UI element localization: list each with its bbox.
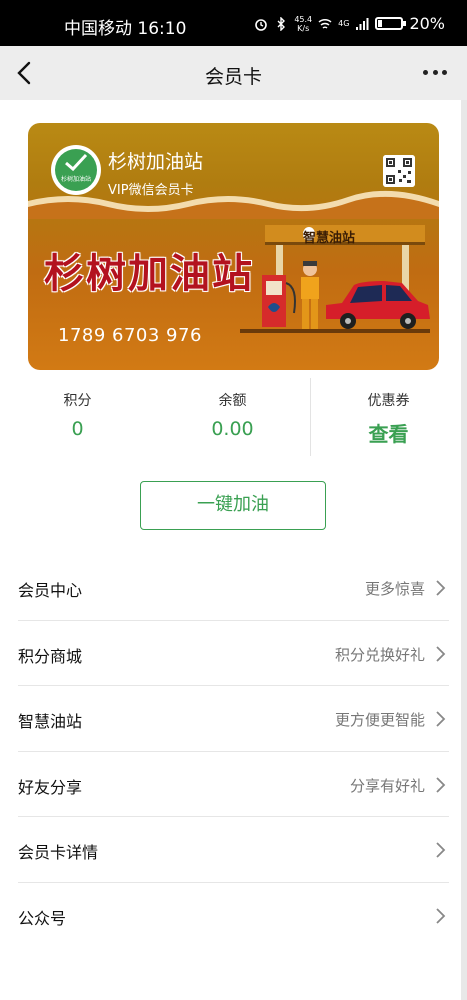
menu-item-label: 智慧油站 bbox=[18, 712, 83, 731]
chevron-right-icon bbox=[436, 907, 446, 924]
chevron-right-icon bbox=[436, 711, 446, 727]
more-menu-icon[interactable] bbox=[423, 70, 447, 76]
signal-tag: 4G bbox=[338, 19, 350, 28]
check-leaf-icon bbox=[65, 153, 88, 172]
menu-item-smart-station[interactable]: 智慧油站 更方便更智能 bbox=[18, 686, 449, 752]
menu-item-hint: 分享有好礼 bbox=[349, 776, 425, 795]
status-icons: 45.4 K/s 4G 20% bbox=[254, 14, 445, 33]
menu-item-points-mall[interactable]: 积分商城 积分兑换好礼 bbox=[18, 621, 449, 686]
menu-item-label: 公众号 bbox=[18, 908, 67, 928]
card-wave-decoration bbox=[28, 190, 439, 219]
menu-item-label: 积分商城 bbox=[18, 646, 83, 666]
page-title: 会员卡 bbox=[204, 66, 262, 88]
coupon-stat[interactable]: 优惠券 查看 bbox=[311, 378, 466, 458]
balance-label: 余额 bbox=[218, 393, 247, 409]
balance-stat[interactable]: 余额 0.00 bbox=[155, 378, 310, 458]
menu-item-official-account[interactable]: 公众号 bbox=[18, 883, 449, 949]
menu-item-member-center[interactable]: 会员中心 更多惊喜 bbox=[18, 555, 449, 621]
chevron-right-icon bbox=[436, 645, 446, 662]
wifi-icon bbox=[318, 18, 332, 29]
menu-item-hint: 更多惊喜 bbox=[364, 580, 425, 598]
net-speed: 45.4 K/s bbox=[294, 14, 313, 33]
menu-item-card-details[interactable]: 会员卡详情 bbox=[18, 817, 449, 883]
chevron-right-icon bbox=[436, 776, 446, 793]
member-card: 杉树加油站 杉树加油站 VIP微信会员卡 智慧油站 杉树加油站 1789 670… bbox=[28, 123, 439, 370]
chevron-right-icon bbox=[436, 842, 446, 858]
points-value: 0 bbox=[71, 418, 84, 440]
nav-bar: 会员卡 bbox=[0, 46, 467, 100]
menu-item-hint: 更方便更智能 bbox=[334, 711, 425, 729]
one-tap-refuel-button[interactable]: 一键加油 bbox=[140, 481, 326, 530]
menu-item-hint: 积分兑换好礼 bbox=[334, 645, 425, 664]
chevron-right-icon bbox=[436, 580, 446, 596]
carrier-time: 中国移动 16:10 bbox=[64, 19, 187, 39]
card-number: 1789 6703 976 bbox=[58, 325, 202, 346]
car-illustration bbox=[326, 281, 430, 329]
points-stat[interactable]: 积分 0 bbox=[0, 378, 155, 458]
points-label: 积分 bbox=[63, 393, 92, 409]
station-sign: 智慧油站 bbox=[265, 225, 425, 246]
bluetooth-icon bbox=[277, 16, 286, 31]
card-ground-line bbox=[240, 329, 430, 333]
battery-icon bbox=[375, 17, 407, 30]
alarm-icon bbox=[255, 18, 268, 31]
menu-item-share-friends[interactable]: 好友分享 分享有好礼 bbox=[18, 752, 449, 817]
balance-value: 0.00 bbox=[211, 418, 254, 440]
qr-code-icon[interactable] bbox=[383, 155, 415, 187]
card-banner-text: 杉树加油站 bbox=[44, 251, 254, 297]
scrollbar[interactable] bbox=[461, 100, 467, 1000]
account-stats: 积分 0 余额 0.00 优惠券 查看 bbox=[0, 378, 467, 458]
station-name: 杉树加油站 bbox=[108, 151, 204, 173]
cell-signal-icon bbox=[356, 17, 369, 30]
status-bar: 中国移动 16:10 45.4 K/s 4G 20% bbox=[0, 0, 467, 46]
menu-list: 会员中心 更多惊喜 积分商城 积分兑换好礼 智慧油站 更方便更智能 好友分享 分… bbox=[18, 555, 449, 948]
coupon-view-link[interactable]: 查看 bbox=[311, 418, 466, 447]
coupon-label: 优惠券 bbox=[367, 393, 410, 409]
menu-item-label: 好友分享 bbox=[18, 777, 83, 797]
station-logo: 杉树加油站 bbox=[51, 145, 101, 195]
battery-percent: 20% bbox=[409, 14, 445, 33]
menu-item-label: 会员卡详情 bbox=[18, 843, 99, 862]
menu-item-label: 会员中心 bbox=[18, 581, 83, 600]
